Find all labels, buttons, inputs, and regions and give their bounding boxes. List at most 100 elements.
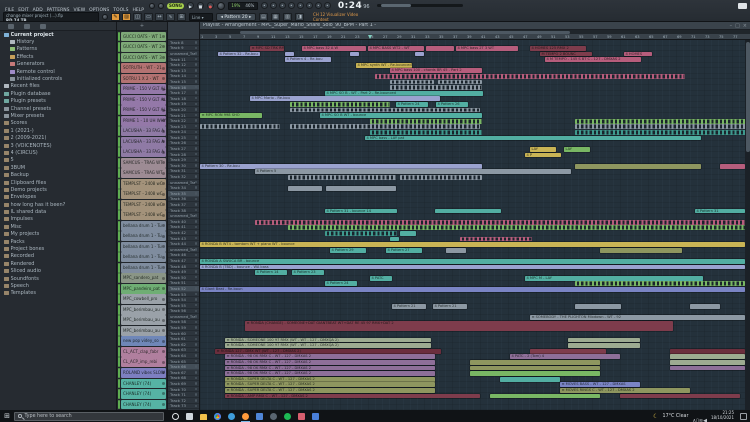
channel-pan-knob[interactable]: [162, 45, 165, 48]
channel-button[interactable]: PRIME 1 - 10 UH WHY: [121, 116, 166, 126]
browser-item[interactable]: Rendered: [0, 260, 116, 267]
channel-led[interactable]: [118, 105, 120, 115]
pattern-clip[interactable]: [690, 304, 720, 309]
pattern-clip[interactable]: 4 RONDA B (TBD) - bounce - WA bass: [200, 265, 745, 270]
channel-button[interactable]: MPC_berimbau_au: [121, 326, 166, 336]
slice-tool-icon[interactable]: ∿: [166, 13, 175, 21]
obs-icon[interactable]: [270, 413, 277, 420]
edge-icon[interactable]: [228, 413, 235, 420]
pattern-clip[interactable]: 4 HOMES 125 RMX 2: [530, 46, 586, 51]
pattern-clip[interactable]: 4 Pattern 23: [292, 270, 324, 275]
audio-clip[interactable]: ≡ RONDA - SOMEONE 100 97 RMX (WT - WT - …: [225, 338, 431, 343]
channel-led[interactable]: [118, 42, 120, 52]
weather-icon[interactable]: ☾: [653, 413, 658, 420]
pattern-clip[interactable]: [530, 349, 606, 354]
paint-tool-icon[interactable]: ▨: [122, 13, 131, 21]
channel-led[interactable]: [118, 326, 120, 336]
pattern-clip[interactable]: 4 M TEMPO - 145 S BT C - 127 - DMXAS 2: [545, 57, 641, 62]
browser-tab-icon[interactable]: [8, 24, 14, 29]
play-button[interactable]: ▶: [187, 2, 194, 9]
channel-led[interactable]: [118, 252, 120, 262]
typing-keyboard-icon[interactable]: •: [261, 2, 268, 9]
audio-clip[interactable]: ≡ SOMEBODY - THE PLIGHTON Mixdown - WT -…: [530, 315, 745, 320]
browser-item[interactable]: Mixer presets: [0, 112, 116, 119]
channel-button[interactable]: bellana drum 1 - Tu: [121, 242, 166, 252]
delete-tool-icon[interactable]: ◫: [133, 13, 142, 21]
pattern-clip[interactable]: [426, 46, 454, 51]
loop-record-icon[interactable]: •: [306, 2, 313, 9]
pattern-clip[interactable]: [446, 248, 466, 253]
close-icon[interactable]: ×: [743, 23, 747, 29]
channel-pan-knob[interactable]: [162, 130, 165, 133]
pattern-clip[interactable]: 4 Pattern 26: [436, 102, 468, 107]
chrome-icon[interactable]: [214, 413, 221, 420]
channel-pan-knob[interactable]: [162, 119, 165, 122]
pattern-clip[interactable]: LAY: [530, 147, 556, 152]
channel-led[interactable]: [118, 400, 120, 410]
pattern-clip[interactable]: 4 Pattern 29: [330, 248, 366, 253]
channel-led[interactable]: [118, 53, 120, 63]
minimize-icon[interactable]: –: [730, 23, 733, 29]
channel-pan-knob[interactable]: [162, 77, 165, 80]
browser-item[interactable]: Sliced audio: [0, 268, 116, 275]
pattern-clip[interactable]: 4 Pattern 21: [392, 304, 426, 309]
channel-pan-knob[interactable]: [162, 98, 165, 101]
pattern-clip[interactable]: LAY: [564, 147, 590, 152]
channel-button[interactable]: TEMPLST - 2408 wC: [121, 210, 166, 220]
channel-pan-knob[interactable]: [162, 382, 165, 385]
channel-led[interactable]: [118, 63, 120, 73]
browser-item[interactable]: Scores: [0, 120, 116, 127]
browser-item[interactable]: Impulses: [0, 216, 116, 223]
video-app-icon[interactable]: [312, 413, 319, 420]
pattern-clip[interactable]: [575, 164, 701, 169]
channel-pan-knob[interactable]: [162, 245, 165, 248]
channel-button[interactable]: ROLAND vibes SLOW: [121, 368, 166, 378]
record-button[interactable]: ●: [207, 2, 214, 9]
channel-led[interactable]: [118, 32, 120, 42]
pattern-clip[interactable]: [438, 80, 482, 85]
pattern-clip[interactable]: 4 PATC - 2 (Tom) 4: [510, 354, 620, 359]
browser-item[interactable]: Plugin presets: [0, 98, 116, 105]
channel-led[interactable]: [118, 315, 120, 325]
channel-button[interactable]: new pop videy_so: [121, 336, 166, 346]
channel-led[interactable]: [118, 137, 120, 147]
channel-pan-knob[interactable]: [162, 224, 165, 227]
playlist-grid[interactable]: ≡ MPC SD TRK RMX4 MPC bass 32 A W4 MPC B…: [200, 40, 745, 410]
channel-pan-knob[interactable]: [162, 235, 165, 238]
audio-clip[interactable]: ≡ RONDA - 98 OK RMX C - WT - 127 - DMXAS…: [225, 371, 435, 376]
pattern-clip[interactable]: 4 Pattern 24: [396, 102, 428, 107]
browser-item[interactable]: Plugin database: [0, 90, 116, 97]
channel-rack-icon[interactable]: ▦: [271, 13, 280, 21]
piano-roll-icon[interactable]: ▥: [283, 13, 292, 21]
channel-button[interactable]: bellana drum 1 - Tu: [121, 252, 166, 262]
pattern-clip[interactable]: [350, 52, 359, 57]
audio-clip[interactable]: ≡ MOVES BASS - WT - 127 - DMXAS: [560, 382, 640, 387]
channel-button[interactable]: PRIME - 150 V GLT AL: [121, 84, 166, 94]
taskbar-clock[interactable]: 21:25 18/10/2021: [711, 411, 734, 420]
pattern-clip[interactable]: [288, 225, 745, 230]
channel-button[interactable]: TEMPLST - 2408 wC: [121, 179, 166, 189]
metronome-icon[interactable]: •: [270, 2, 277, 9]
pattern-selector[interactable]: ◂ Pattern 20 ▸: [216, 13, 256, 21]
channel-pan-knob[interactable]: [162, 371, 165, 374]
browser-item[interactable]: Packs: [0, 238, 116, 245]
channel-pan-knob[interactable]: [162, 340, 165, 343]
channel-button[interactable]: TEMPLST - 2408 wC: [121, 200, 166, 210]
browser-item[interactable]: 4 (CIRCUS): [0, 149, 116, 156]
channel-led[interactable]: [118, 74, 120, 84]
pattern-clip[interactable]: 4 MPC bass 100 - chords BR 45 - Part 2: [390, 68, 482, 73]
pattern-clip[interactable]: 4 RONDA B WT4 - tomtom WT + piano WT - b…: [200, 242, 745, 247]
audio-clip[interactable]: ≡ MPC RON 998 SHO: [200, 113, 262, 118]
pattern-clip[interactable]: 4 Pattern 30 - Re-bou: [200, 164, 482, 169]
channel-pan-knob[interactable]: [162, 67, 165, 70]
channel-button[interactable]: CL_ACP_imp_rebi: [121, 357, 166, 367]
browser-item[interactable]: 5: [0, 157, 116, 164]
task-view-icon[interactable]: [186, 413, 193, 420]
pattern-clip[interactable]: 4 Pattern 27: [386, 248, 422, 253]
taskbar-search[interactable]: Type here to search: [14, 412, 164, 421]
mic-icon[interactable]: •: [279, 2, 286, 9]
channel-button[interactable]: LACUSHA - 33 FAG A: [121, 137, 166, 147]
zoom-tool-icon[interactable]: ⊞: [177, 13, 186, 21]
channel-button[interactable]: SOTRU 1 X 2 - WT: [121, 74, 166, 84]
channel-led[interactable]: [118, 294, 120, 304]
